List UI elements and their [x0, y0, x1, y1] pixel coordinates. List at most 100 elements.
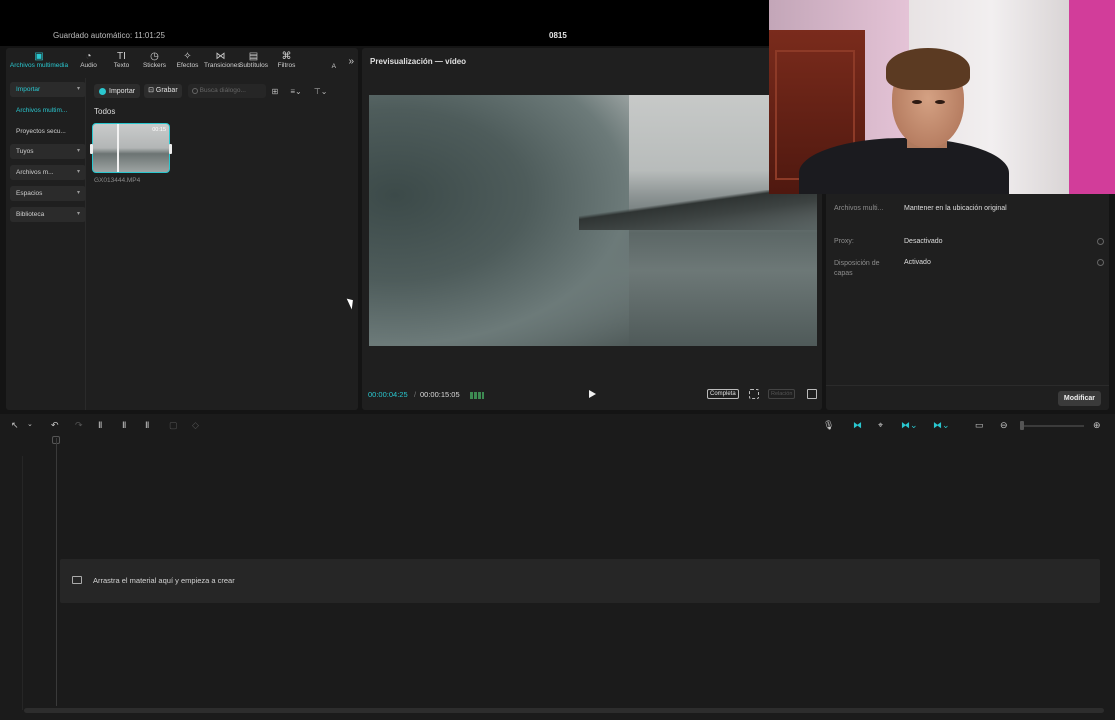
zoom-out-icon[interactable]: ⊖ — [1000, 420, 1008, 430]
delete-icon[interactable]: ▢ — [169, 420, 178, 430]
playhead-line[interactable] — [56, 438, 57, 706]
tab-label: Subtítulos — [239, 62, 268, 69]
snap-icon[interactable]: ⌖ — [878, 420, 883, 430]
property-row-proxy: Proxy: Desactivado — [834, 238, 1104, 245]
tab-label: Audio — [80, 62, 97, 69]
properties-divider — [826, 385, 1109, 386]
property-row-layers: Disposición de capas Activado — [834, 259, 1104, 279]
subtitles-icon: ▤ — [248, 51, 259, 62]
select-menu-icon[interactable]: ⌄ — [27, 420, 33, 430]
sidebar-item-label: Espacios — [16, 189, 43, 197]
current-time: 00:00:04:25 — [368, 390, 408, 399]
modify-button[interactable]: Modificar — [1057, 391, 1101, 406]
tab-label: Stickers — [142, 62, 167, 69]
sidebar-item-label: Importar — [16, 86, 41, 93]
media-panel: ▣ Archivos multimedia ◔ Audio TI Texto ◷ Sticke… — [6, 48, 358, 410]
chevron-down-icon: ▾ — [76, 86, 80, 92]
tab-subtitles[interactable]: ▤ Subtítulos — [237, 48, 270, 74]
property-value[interactable]: Desactivado — [904, 238, 943, 245]
tab-text[interactable]: TI Texto — [105, 48, 138, 74]
sidebar-item[interactable]: Biblioteca ▾ — [10, 206, 86, 222]
property-value[interactable]: Activado — [904, 259, 931, 266]
zoom-slider-track[interactable] — [1022, 425, 1084, 427]
preview-icon[interactable]: ▭ — [975, 420, 984, 430]
sidebar-divider — [85, 78, 86, 410]
sticker-icon: ◷ — [150, 51, 159, 62]
project-name: 0815 — [549, 31, 567, 40]
info-icon[interactable] — [1097, 238, 1104, 245]
timeline-scrollbar[interactable] — [24, 708, 1104, 713]
tab-filters[interactable]: ⌘ Filtros — [270, 48, 303, 74]
split-left-icon[interactable]: Ⅱ — [122, 420, 126, 430]
timeline-panel: ↖ ⌄ ↶ ↷ Ⅱ Ⅱ Ⅱ ▢ ◇ 🎙 ⧓ ⌖ ⧓⌄ ⧓⌄ ▭ ⊖ ⊕ Arra… — [0, 414, 1115, 720]
tab-transitions[interactable]: ⋈ Transiciones — [204, 48, 241, 74]
microphone-icon[interactable]: 🎙 — [823, 420, 834, 430]
record-button[interactable]: ⊡ Grabar — [144, 84, 182, 98]
sidebar-item[interactable]: Proyectos secu... — [10, 124, 86, 139]
import-button[interactable]: Importar — [94, 84, 141, 98]
webcam-overlay — [769, 0, 1115, 194]
track-link-icon[interactable]: ⧓⌄ — [901, 420, 918, 430]
property-row-media-location: Archivos multi... Mantener en la ubicaci… — [834, 205, 1104, 212]
grid-view-icon[interactable]: ⊞ — [272, 87, 279, 96]
link-clips-icon[interactable]: ⧓ — [853, 420, 862, 430]
effects-icon: ✧ — [183, 51, 192, 62]
sidebar-item[interactable]: Archivos multim... — [10, 103, 86, 118]
preview-panel: Previsualización — vídeo 00:00:04:25 / 0… — [362, 48, 822, 410]
split-icon[interactable]: Ⅱ — [98, 420, 102, 430]
play-button[interactable] — [589, 390, 596, 398]
tab-effects[interactable]: ✧ Efectos — [171, 48, 204, 74]
tab-label: Transiciones — [204, 62, 241, 69]
fullscreen-icon[interactable] — [807, 389, 817, 399]
chevron-down-icon: ▾ — [76, 189, 80, 196]
property-value[interactable]: Mantener en la ubicación original — [904, 205, 1007, 212]
sidebar-item[interactable]: Archivos m... ▾ — [10, 165, 86, 181]
redo-icon[interactable]: ↷ — [75, 420, 83, 430]
media-toolbar-tabs: ▣ Archivos multimedia ◔ Audio TI Texto ◷ Sticke… — [6, 48, 358, 74]
drop-zone-text: Arrastra el material aquí y empieza a cr… — [93, 576, 235, 585]
sidebar-item[interactable]: Tuyos ▾ — [10, 144, 86, 160]
undo-icon[interactable]: ↶ — [51, 420, 59, 430]
audio-icon: ◔ — [85, 51, 92, 62]
time-separator: / — [414, 390, 417, 399]
select-tool-icon[interactable]: ↖ — [11, 420, 19, 430]
thumbnail-scrub-line — [117, 124, 119, 172]
clip-duration: 00:15 — [152, 127, 166, 133]
chevron-down-icon: ▾ — [76, 210, 80, 217]
video-coastline — [579, 190, 817, 230]
split-right-icon[interactable]: Ⅱ — [145, 420, 149, 430]
media-clip-thumbnail[interactable]: 00:15 — [92, 123, 170, 173]
sidebar-item[interactable]: Espacios ▾ — [10, 185, 86, 201]
property-label: Proxy: — [834, 238, 854, 245]
more-tabs-icon[interactable]: » — [348, 56, 354, 67]
webcam-person-eye — [935, 100, 945, 104]
thumbnail-left-handle[interactable] — [90, 144, 93, 154]
search-input[interactable]: Busca diálogo... — [187, 84, 266, 98]
sidebar-item[interactable]: Importar ▾ — [10, 82, 86, 97]
section-label-all: Todos — [94, 107, 116, 116]
tab-audio[interactable]: ◔ Audio — [72, 48, 105, 74]
main-track-drop-zone[interactable]: Arrastra el material aquí y empieza a cr… — [60, 559, 1100, 603]
tab-sticker[interactable]: ◷ Stickers — [138, 48, 171, 74]
video-preview[interactable] — [369, 95, 817, 346]
sidebar-item-label: Tuyos — [16, 148, 34, 156]
sidebar-item-label: Proyectos secu... — [16, 127, 66, 135]
screenshot-icon[interactable] — [749, 389, 759, 399]
tab-overflow-label[interactable]: A — [332, 63, 336, 70]
thumbnail-right-handle[interactable] — [169, 144, 172, 154]
sort-icon[interactable]: ≡⌄ — [290, 87, 301, 96]
zoom-in-icon[interactable]: ⊕ — [1093, 420, 1101, 430]
film-icon — [72, 576, 82, 584]
import-plus-icon — [99, 87, 106, 95]
tab-label: Archivos multimedia — [9, 62, 69, 69]
sidebar-item-label: Archivos m... — [16, 169, 54, 177]
preview-axis-icon[interactable]: ⧓⌄ — [933, 420, 950, 430]
webcam-person-hair — [886, 48, 970, 90]
info-icon[interactable] — [1097, 259, 1104, 266]
shield-icon[interactable]: ◇ — [192, 420, 199, 430]
tab-media[interactable]: ▣ Archivos multimedia — [6, 48, 72, 74]
filter-icon[interactable]: ⊤⌄ — [314, 87, 328, 96]
ratio-button[interactable]: Relación — [768, 389, 796, 399]
zoom-slider-handle[interactable] — [1020, 421, 1024, 430]
completa-button[interactable]: Completa — [707, 389, 739, 399]
